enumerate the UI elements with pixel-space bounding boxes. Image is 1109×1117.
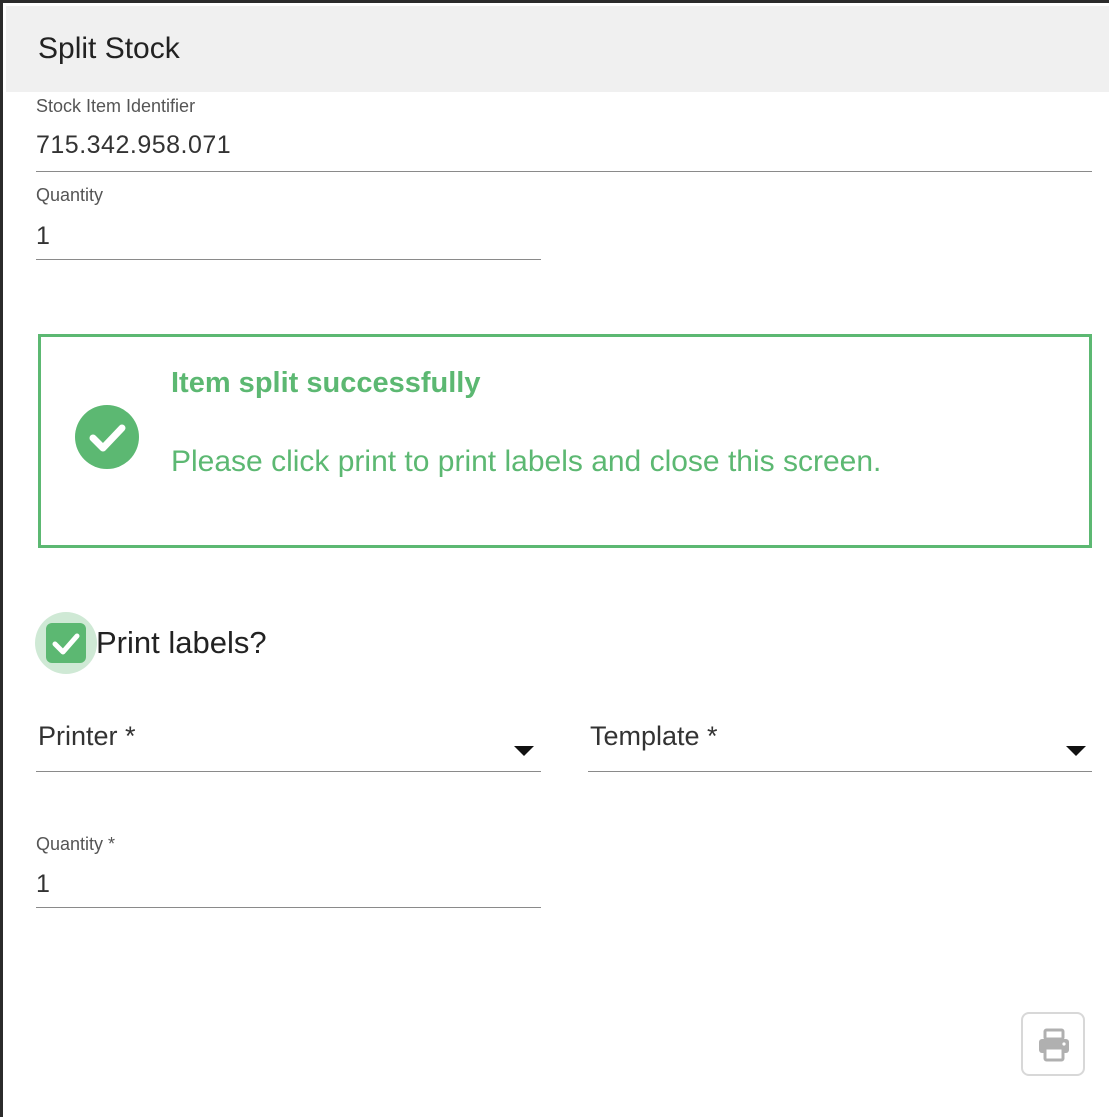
label-quantity-underline — [36, 907, 541, 908]
checkbox-box — [46, 623, 86, 663]
template-select[interactable]: Template * — [588, 713, 1092, 773]
dialog-title: Split Stock — [38, 32, 180, 65]
template-select-label: Template * — [590, 721, 718, 751]
print-labels-checkbox[interactable] — [35, 612, 97, 674]
quantity-label: Quantity — [36, 185, 104, 205]
chevron-down-icon — [1066, 746, 1086, 756]
split-stock-dialog: Split Stock Stock Item Identifier 715.34… — [0, 0, 1109, 1117]
success-alert-message: Please click print to print labels and c… — [171, 445, 882, 478]
printer-select-label: Printer * — [38, 721, 136, 751]
template-select-underline — [588, 771, 1092, 772]
print-labels-label[interactable]: Print labels? — [96, 625, 267, 661]
label-quantity-label: Quantity * — [36, 834, 116, 854]
success-alert: Item split successfully Please click pri… — [38, 334, 1092, 548]
print-button[interactable] — [1021, 1012, 1085, 1076]
label-quantity-field[interactable]: 1 — [36, 870, 50, 899]
chevron-down-icon — [514, 746, 534, 756]
printer-icon — [1039, 1028, 1069, 1062]
printer-select[interactable]: Printer * — [36, 713, 541, 773]
printer-select-underline — [36, 771, 541, 772]
stock-item-identifier-underline — [36, 171, 1092, 172]
check-circle-icon — [75, 405, 139, 469]
stock-item-identifier-field[interactable]: 715.342.958.071 — [36, 131, 231, 160]
checkmark-icon — [52, 633, 80, 655]
success-alert-title: Item split successfully — [171, 367, 481, 399]
dialog-header: Split Stock — [6, 6, 1109, 92]
stock-item-identifier-label: Stock Item Identifier — [36, 96, 196, 116]
quantity-field[interactable]: 1 — [36, 222, 50, 251]
quantity-underline — [36, 259, 541, 260]
